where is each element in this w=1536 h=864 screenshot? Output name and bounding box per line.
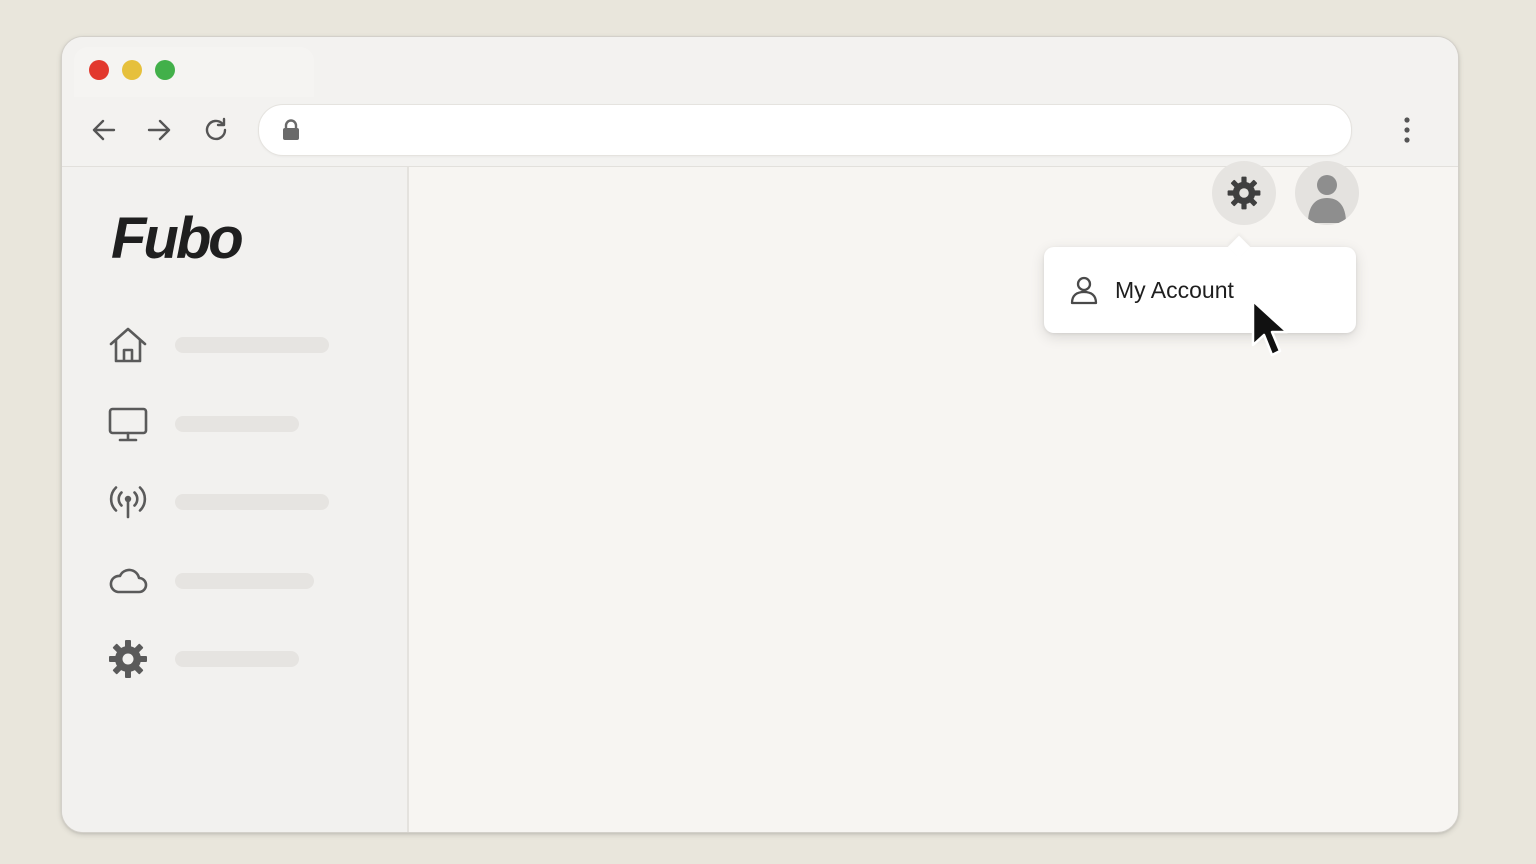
address-bar[interactable] <box>258 104 1352 156</box>
lock-icon <box>283 119 299 140</box>
sidebar-item-settings[interactable] <box>106 637 366 681</box>
browser-window: Fubo <box>61 36 1459 833</box>
fubo-logo[interactable]: Fubo <box>111 205 244 272</box>
user-icon <box>1070 276 1098 305</box>
maximize-window-button[interactable] <box>155 60 175 80</box>
live-broadcast-icon <box>109 486 147 519</box>
sidebar-item-live[interactable] <box>106 480 366 524</box>
close-window-button[interactable] <box>89 60 109 80</box>
browser-toolbar <box>62 37 1458 167</box>
settings-icon <box>109 640 147 678</box>
arrow-left-icon <box>92 119 116 141</box>
tv-icon <box>108 407 148 442</box>
mouse-pointer-icon <box>1251 299 1289 357</box>
sidebar-item-home[interactable] <box>106 323 366 367</box>
kebab-menu-icon[interactable] <box>1395 114 1419 146</box>
gear-icon <box>1227 176 1261 210</box>
account-dropdown-menu: My Account <box>1044 247 1356 333</box>
user-avatar-button[interactable] <box>1295 161 1359 225</box>
sidebar-item-tv[interactable] <box>106 402 366 446</box>
sidebar-item-label-placeholder <box>175 416 299 432</box>
reload-button[interactable] <box>201 115 231 145</box>
sidebar-item-label-placeholder <box>175 337 329 353</box>
forward-button[interactable] <box>144 115 174 145</box>
sidebar-item-cloud[interactable] <box>106 559 366 603</box>
minimize-window-button[interactable] <box>122 60 142 80</box>
home-icon <box>109 327 147 363</box>
cloud-icon <box>109 568 148 594</box>
menu-item-my-account[interactable]: My Account <box>1044 247 1356 333</box>
arrow-right-icon <box>147 119 171 141</box>
sidebar-item-label-placeholder <box>175 494 329 510</box>
reload-icon <box>205 117 227 141</box>
menu-item-label: My Account <box>1115 277 1234 303</box>
back-button[interactable] <box>89 115 119 145</box>
user-avatar-icon <box>1308 175 1346 223</box>
browser-tab[interactable] <box>74 47 314 97</box>
sidebar-item-label-placeholder <box>175 651 299 667</box>
sidebar: Fubo <box>62 167 409 832</box>
sidebar-item-label-placeholder <box>175 573 314 589</box>
settings-button[interactable] <box>1212 161 1276 225</box>
